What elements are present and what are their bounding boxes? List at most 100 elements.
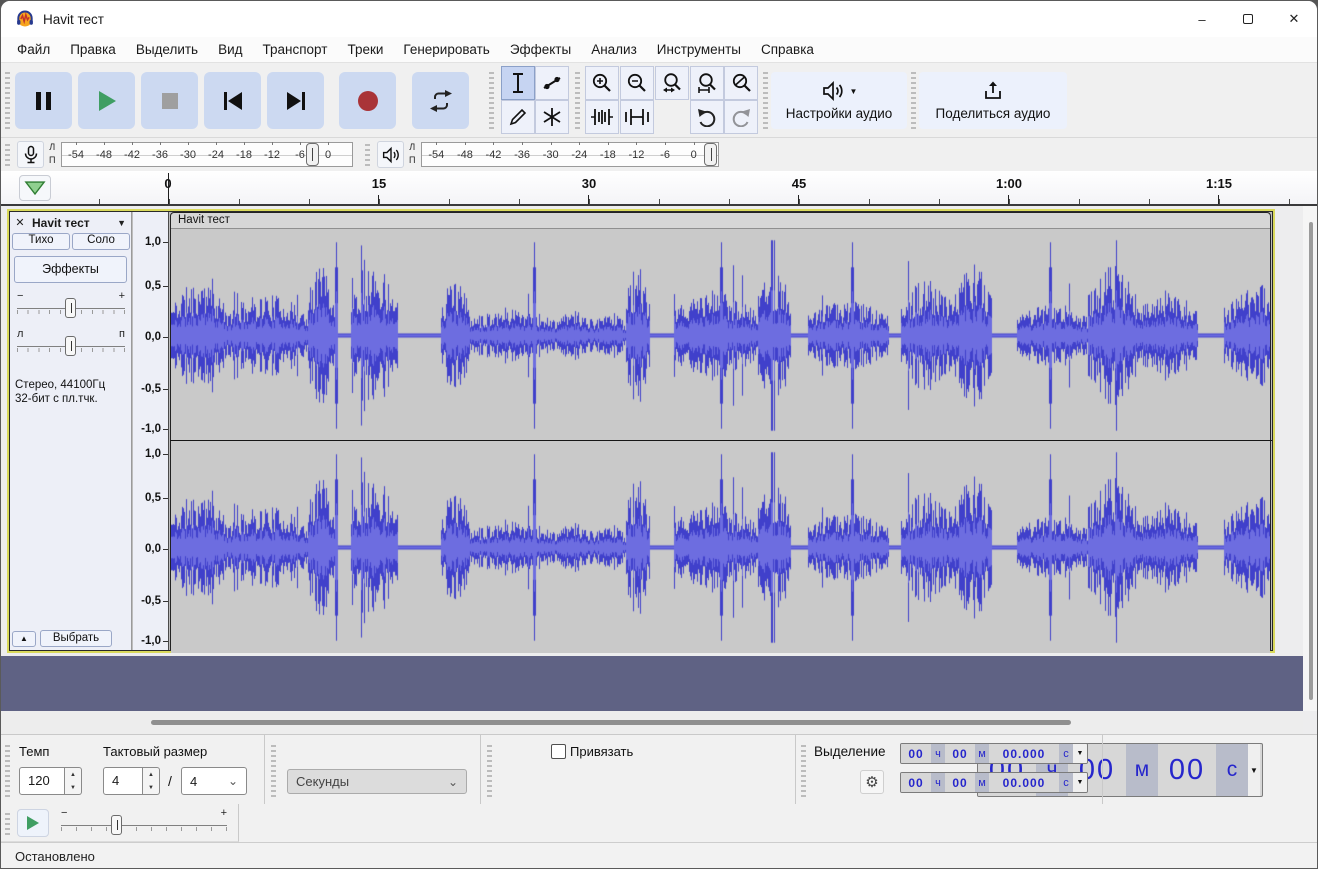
vertical-scale-ruler[interactable]: 1,0 0,5 0,0 -0,5 -1,0 1,0 0,5 0,0 -0,5 -… bbox=[133, 212, 169, 650]
fit-project-button[interactable] bbox=[690, 66, 724, 100]
select-track-button[interactable]: Выбрать bbox=[40, 630, 112, 647]
position-minutes-unit: м bbox=[1126, 744, 1158, 796]
timesig-lower-combo[interactable]: 4⌄ bbox=[181, 767, 247, 795]
waveform-channel-right[interactable] bbox=[171, 442, 1270, 653]
menu-transport[interactable]: Транспорт bbox=[253, 39, 338, 60]
record-meter-grip[interactable] bbox=[5, 143, 10, 166]
pause-button[interactable] bbox=[15, 72, 72, 129]
multi-tool-button[interactable] bbox=[535, 100, 569, 134]
gain-slider[interactable]: − + bbox=[15, 290, 127, 324]
loop-button[interactable] bbox=[412, 72, 469, 129]
selection-grip[interactable] bbox=[801, 743, 806, 797]
tools-toolbar-grip[interactable] bbox=[489, 71, 494, 129]
selection-end-dropdown-icon[interactable]: ▼ bbox=[1073, 773, 1087, 792]
audio-setup-grip[interactable] bbox=[763, 71, 768, 129]
snap-mode-combo[interactable]: Секунды⌄ bbox=[287, 769, 467, 794]
time-toolbar-grip[interactable] bbox=[487, 743, 492, 797]
time-format-dropdown-icon[interactable]: ▼ bbox=[1248, 744, 1260, 796]
collapse-track-button[interactable]: ▲ bbox=[12, 631, 36, 647]
transport-toolbar-grip[interactable] bbox=[5, 71, 10, 129]
pan-slider[interactable]: л п bbox=[15, 328, 127, 362]
timesig-spinner[interactable]: ▲ ▼ bbox=[143, 767, 160, 795]
redo-button[interactable] bbox=[724, 100, 758, 134]
track-menu-arrow-icon[interactable]: ▼ bbox=[117, 218, 126, 228]
menu-select[interactable]: Выделить bbox=[126, 39, 208, 60]
track-close-button[interactable]: ✕ bbox=[12, 215, 28, 231]
menu-analyze[interactable]: Анализ bbox=[581, 39, 647, 60]
timesig-spin-down-icon[interactable]: ▼ bbox=[143, 781, 159, 794]
menu-tracks[interactable]: Треки bbox=[337, 39, 393, 60]
menu-edit[interactable]: Правка bbox=[60, 39, 126, 60]
zoom-toggle-button[interactable] bbox=[724, 66, 758, 100]
skip-to-start-icon bbox=[222, 91, 244, 111]
zoom-in-button[interactable] bbox=[585, 66, 619, 100]
clip-header[interactable]: Havit тест bbox=[171, 213, 1270, 229]
speed-slider[interactable]: − + bbox=[59, 806, 229, 840]
speed-slider-thumb[interactable] bbox=[111, 815, 122, 835]
track-name[interactable]: Havit тест bbox=[32, 216, 117, 230]
horizontal-scrollbar-thumb[interactable] bbox=[151, 720, 1071, 725]
zoom-out-button[interactable] bbox=[620, 66, 654, 100]
speed-grip[interactable] bbox=[5, 810, 10, 835]
selection-start-field[interactable]: 00 ч 00 м 00.000 с ▼ bbox=[900, 743, 1088, 764]
vruler-label: 0,0 bbox=[145, 543, 161, 555]
maximize-button[interactable] bbox=[1225, 1, 1271, 37]
snapping-grip[interactable] bbox=[271, 743, 276, 797]
menu-file[interactable]: Файл bbox=[7, 39, 60, 60]
menu-tools[interactable]: Инструменты bbox=[647, 39, 751, 60]
record-meter-button[interactable] bbox=[17, 141, 44, 168]
close-button[interactable]: ✕ bbox=[1271, 1, 1317, 37]
timeline-pin-button[interactable] bbox=[19, 175, 51, 201]
mute-button[interactable]: Тихо bbox=[12, 233, 70, 250]
minimize-button[interactable]: – bbox=[1179, 1, 1225, 37]
tempo-spinner[interactable]: ▲ ▼ bbox=[65, 767, 82, 795]
gain-slider-thumb[interactable] bbox=[65, 298, 76, 318]
menu-effects[interactable]: Эффекты bbox=[500, 39, 581, 60]
trim-audio-button[interactable] bbox=[585, 100, 619, 134]
undo-button[interactable] bbox=[690, 100, 724, 134]
play-at-speed-button[interactable] bbox=[17, 809, 49, 837]
solo-button[interactable]: Соло bbox=[72, 233, 130, 250]
audio-setup-button[interactable]: ▼ Настройки аудио bbox=[771, 72, 907, 129]
record-volume-slider[interactable] bbox=[306, 143, 319, 166]
menu-help[interactable]: Справка bbox=[751, 39, 824, 60]
playback-meter[interactable]: -54-48-42-36-30-24-18-12-60 bbox=[421, 142, 719, 167]
menu-view[interactable]: Вид bbox=[208, 39, 252, 60]
vertical-scrollbar[interactable] bbox=[1303, 206, 1318, 711]
stop-button[interactable] bbox=[141, 72, 198, 129]
menu-generate[interactable]: Генерировать bbox=[393, 39, 499, 60]
edit-toolbar-grip[interactable] bbox=[575, 71, 580, 129]
position-seconds[interactable]: 00 bbox=[1158, 744, 1216, 796]
timesig-spin-up-icon[interactable]: ▲ bbox=[143, 768, 159, 781]
share-audio-grip[interactable] bbox=[911, 71, 916, 129]
selection-end-field[interactable]: 00 ч 00 м 00.000 с ▼ bbox=[900, 772, 1088, 793]
record-button[interactable] bbox=[339, 72, 396, 129]
selection-settings-button[interactable]: ⚙ bbox=[860, 770, 884, 794]
effects-button[interactable]: Эффекты bbox=[14, 256, 127, 283]
audio-clip[interactable]: Havit тест bbox=[170, 212, 1271, 650]
skip-to-start-button[interactable] bbox=[204, 72, 261, 129]
waveform-channel-left[interactable] bbox=[171, 230, 1270, 441]
selection-start-dropdown-icon[interactable]: ▼ bbox=[1073, 744, 1087, 763]
horizontal-scrollbar[interactable] bbox=[1, 711, 1303, 734]
playback-meter-grip[interactable] bbox=[365, 143, 370, 166]
playback-volume-slider[interactable] bbox=[704, 143, 717, 166]
playback-meter-button[interactable] bbox=[377, 141, 404, 168]
pan-slider-thumb[interactable] bbox=[65, 336, 76, 356]
play-button[interactable] bbox=[78, 72, 135, 129]
vertical-scrollbar-thumb[interactable] bbox=[1309, 222, 1313, 700]
tempo-input[interactable]: 120 bbox=[19, 767, 65, 795]
fit-selection-button[interactable] bbox=[655, 66, 689, 100]
tempo-spin-down-icon[interactable]: ▼ bbox=[65, 781, 81, 794]
share-audio-button[interactable]: Поделиться аудио bbox=[919, 72, 1067, 129]
time-signature-grip[interactable] bbox=[5, 743, 10, 797]
skip-to-end-button[interactable] bbox=[267, 72, 324, 129]
selection-tool-button[interactable] bbox=[501, 66, 535, 100]
draw-tool-button[interactable] bbox=[501, 100, 535, 134]
tempo-spin-up-icon[interactable]: ▲ bbox=[65, 768, 81, 781]
timesig-upper-input[interactable]: 4 bbox=[103, 767, 143, 795]
silence-audio-button[interactable] bbox=[620, 100, 654, 134]
envelope-tool-button[interactable] bbox=[535, 66, 569, 100]
timeline-ruler[interactable]: 0 15 30 45 1:00 1:15 bbox=[1, 171, 1317, 206]
record-meter[interactable]: -54-48-42-36-30-24-18-12-60 bbox=[61, 142, 353, 167]
